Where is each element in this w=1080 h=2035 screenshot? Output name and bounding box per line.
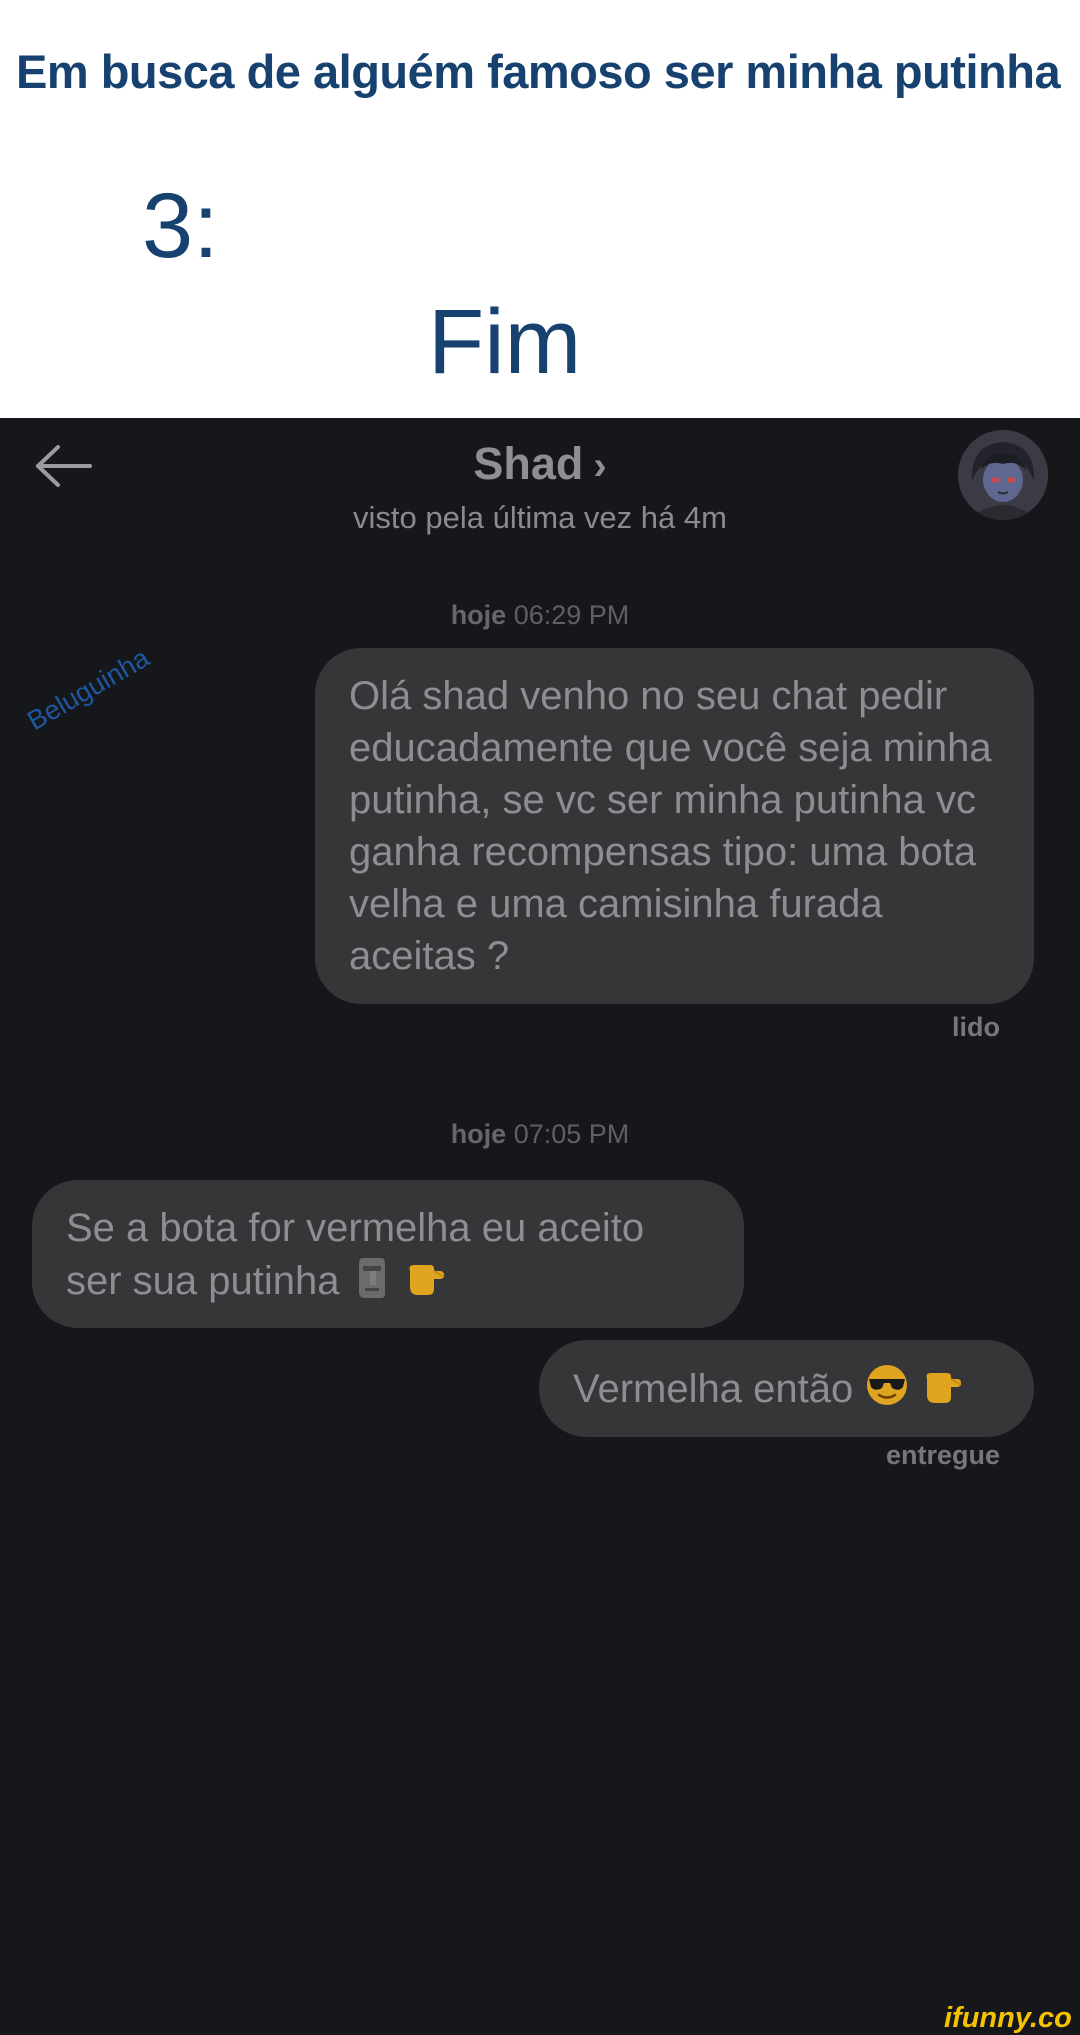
timestamp-time: 06:29 PM — [513, 600, 630, 630]
chat-screen: Shad › visto pela última vez há 4m Belugu… — [0, 418, 1080, 2035]
timestamp-day: hoje — [450, 1119, 507, 1149]
message-bubble-incoming[interactable]: Se a bota for vermelha eu aceito ser sua… — [32, 1180, 744, 1328]
message-text: Vermelha então — [573, 1367, 854, 1412]
timestamp-1: hoje 06:29 PM — [0, 600, 1080, 631]
sunglasses-emoji-icon — [864, 1362, 910, 1421]
avatar[interactable] — [958, 430, 1048, 520]
message-text: Olá shad venho no seu chat pedir educada… — [349, 674, 992, 978]
caption-title: Em busca de alguém famoso ser minha puti… — [16, 45, 1061, 98]
pointing-hand-emoji-icon — [404, 1255, 448, 1312]
caption-end: Fim — [428, 291, 582, 393]
watermark: Beluguinha — [22, 642, 155, 737]
message-bubble-outgoing[interactable]: Vermelha então — [539, 1340, 1034, 1437]
timestamp-time: 07:05 PM — [513, 1119, 630, 1149]
site-logo: ifunny.co — [944, 2002, 1072, 2034]
timestamp-2: hoje 07:05 PM — [0, 1119, 1080, 1150]
moai-emoji-icon — [351, 1254, 393, 1313]
chevron-right-icon: › — [593, 444, 607, 488]
anime-avatar-icon — [958, 430, 1048, 520]
read-status: lido — [952, 1012, 1000, 1042]
meme-caption: Em busca de alguém famoso ser minha puti… — [0, 0, 1080, 418]
contact-name-text: Shad — [473, 438, 584, 489]
timestamp-day: hoje — [450, 600, 507, 630]
message-bubble-outgoing[interactable]: Olá shad venho no seu chat pedir educada… — [315, 648, 1034, 1004]
last-seen-status: visto pela última vez há 4m — [353, 500, 727, 535]
pointing-hand-emoji-icon — [921, 1363, 965, 1420]
delivery-status: entregue — [885, 1440, 1000, 1470]
contact-name[interactable]: Shad › — [0, 438, 1080, 490]
caption-number: 3: — [142, 175, 219, 277]
